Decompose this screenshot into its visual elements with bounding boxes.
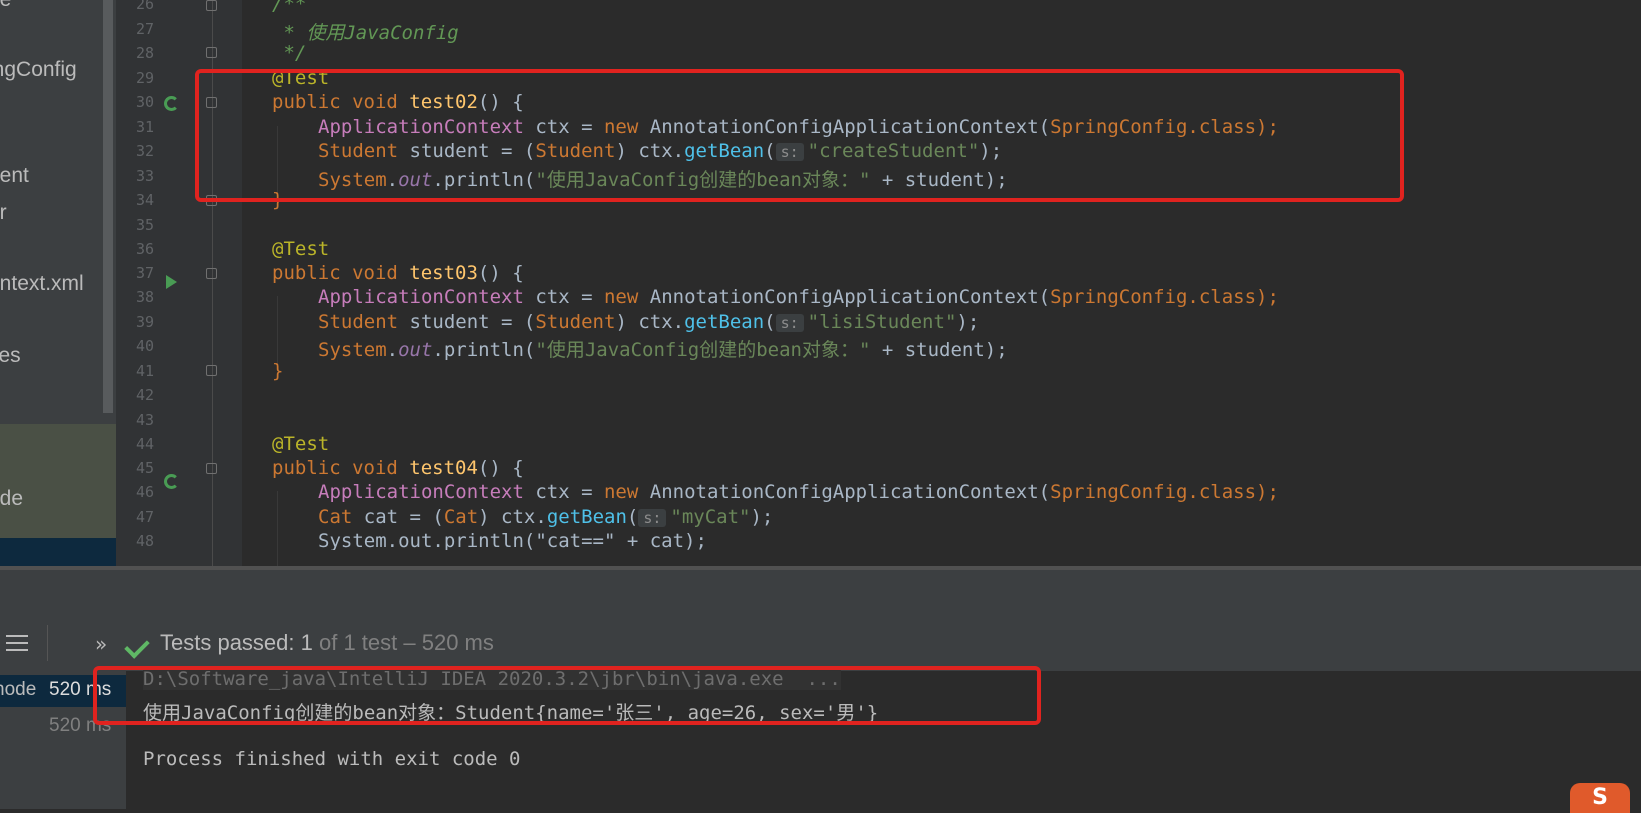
line-number: 26 [135,0,154,13]
sidebar-item[interactable]: ingConfig [0,58,77,82]
line-number: 44 [135,435,154,453]
line-number: 29 [135,69,154,87]
test-status-text: Tests passed: 1 of 1 test – 520 ms [160,630,494,655]
code-line-26[interactable]: /** [272,0,306,15]
sidebar-item[interactable]: er [0,201,7,225]
code-line-44[interactable]: @Test [272,433,329,455]
line-number: 33 [135,167,154,185]
code-line-47[interactable]: Cat cat = (Cat) ctx.getBean(s: "myCat"); [318,506,773,528]
fold-marker-icon[interactable] [206,365,217,376]
line-number: 27 [135,20,154,38]
code-line-28[interactable]: */ [272,42,306,64]
line-number: 34 [135,191,154,209]
code-line-37[interactable]: public void test03() { [272,262,524,284]
line-number: 41 [135,362,154,380]
code-line-39[interactable]: Student student = (Student) ctx.getBean(… [318,311,979,333]
sidebar-item[interactable]: de [0,0,11,12]
code-line-36[interactable]: @Test [272,238,329,260]
line-number: 40 [135,337,154,355]
check-icon [124,633,150,659]
sidebar-active-row [0,538,116,566]
line-number: 28 [135,44,154,62]
code-line-46[interactable]: ApplicationContext ctx = new AnnotationC… [318,481,1279,503]
rerun-test-icon[interactable] [164,96,179,111]
test-results-toolbar: » Tests passed: 1 of 1 test – 520 ms [0,615,1641,671]
line-number: 43 [135,411,154,429]
code-line-40[interactable]: System.out.println("使用JavaConfig创建的bean对… [318,335,1008,362]
code-line-41[interactable]: } [272,360,283,382]
line-number: 48 [135,532,154,550]
code-line-27[interactable]: * 使用JavaConfig [272,18,458,45]
highlight-box [195,69,1404,202]
sidebar-item[interactable]: ontext.xml [0,272,84,296]
line-number: 47 [135,508,154,526]
tool-window-header [0,570,1641,615]
line-number: 32 [135,142,154,160]
project-sidebar: de ingConfig t dent er ontext.xml ties o… [0,0,116,566]
fold-marker-icon[interactable] [206,463,217,474]
line-number: 46 [135,483,154,501]
fold-marker-icon[interactable] [206,268,217,279]
indent-guide [277,491,278,566]
line-number: 42 [135,386,154,404]
line-number: 45 [135,459,154,477]
line-number: 39 [135,313,154,331]
param-hint: s: [775,314,804,332]
highlight-box [93,666,1041,725]
toolbar-divider [47,625,48,661]
sidebar-scrollbar[interactable] [103,0,113,413]
sidebar-selected-row [0,424,116,540]
fold-marker-icon[interactable] [206,47,217,58]
line-number: 37 [135,264,154,282]
line-number: 35 [135,216,154,234]
tree-row-label[interactable]: node [0,679,36,701]
line-number: 38 [135,288,154,306]
fold-marker-icon[interactable] [206,0,217,11]
line-number: 36 [135,240,154,258]
console-exit-line[interactable]: Process finished with exit code 0 [143,748,521,770]
code-line-48[interactable]: System.out.println("cat==" + cat); [318,530,707,550]
code-line-38[interactable]: ApplicationContext ctx = new AnnotationC… [318,286,1279,308]
line-number: 31 [135,118,154,136]
code-line-45[interactable]: public void test04() { [272,457,524,479]
sidebar-item[interactable]: ties [0,344,21,368]
param-hint: s: [638,509,667,527]
sidebar-item[interactable]: dent [0,164,29,188]
run-test-icon[interactable] [166,275,177,289]
more-chevron-icon[interactable]: » [95,632,107,656]
rerun-test-icon[interactable] [164,474,179,489]
sidebar-item[interactable]: ode [0,487,23,511]
collapse-icon[interactable] [6,635,28,656]
line-number: 30 [135,93,154,111]
